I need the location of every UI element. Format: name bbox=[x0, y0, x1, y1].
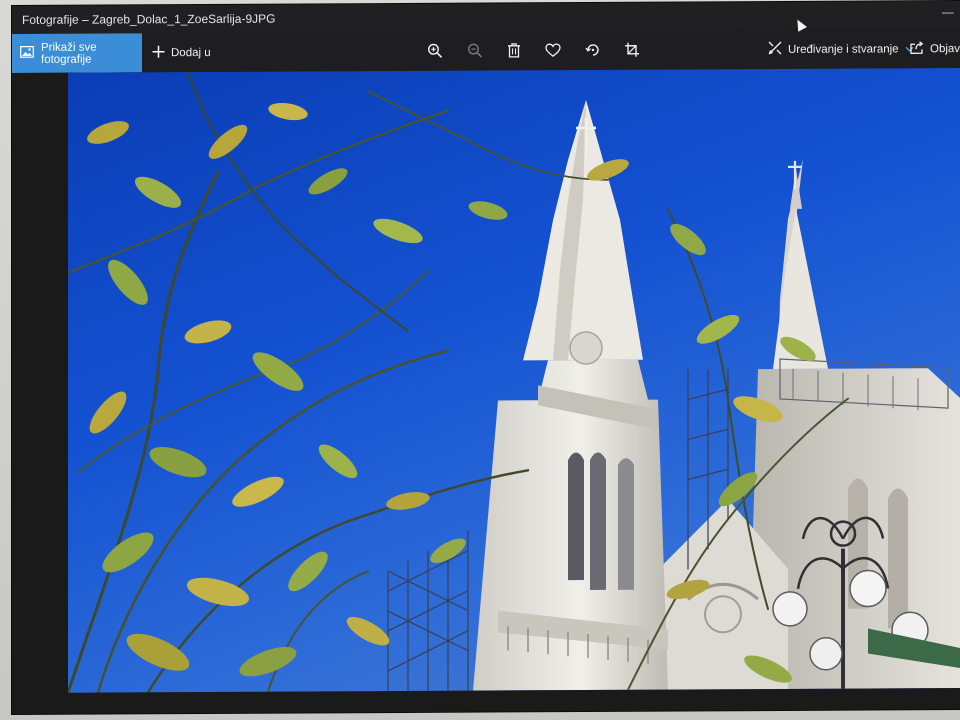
share-icon bbox=[910, 40, 924, 57]
rotate-icon[interactable] bbox=[584, 41, 602, 59]
heart-icon[interactable] bbox=[544, 41, 562, 59]
show-all-photos-label: Prikaži sve fotografije bbox=[41, 41, 97, 66]
zoom-in-icon[interactable] bbox=[426, 42, 444, 60]
share-label: Objavi bbox=[930, 42, 960, 55]
photo-viewer bbox=[12, 68, 960, 714]
share-button[interactable]: Objavi bbox=[910, 29, 960, 68]
zoom-out-icon[interactable] bbox=[466, 42, 484, 60]
photo-icon bbox=[20, 45, 34, 61]
edit-and-create-button[interactable]: Uređivanje i stvaranje bbox=[768, 29, 914, 69]
photo-image bbox=[68, 71, 960, 693]
show-all-photos-button[interactable]: Prikaži sve fotografije bbox=[12, 33, 142, 73]
add-to-button[interactable]: Dodaj u bbox=[152, 33, 211, 72]
edit-create-icon bbox=[768, 41, 782, 58]
edit-and-create-label: Uređivanje i stvaranje bbox=[788, 42, 899, 56]
cathedral-photo[interactable] bbox=[68, 68, 960, 693]
crop-icon[interactable] bbox=[623, 41, 641, 59]
window-title: Fotografije – Zagreb_Dolac_1_ZoeSarlija-… bbox=[22, 11, 276, 27]
photos-app-window: Fotografije – Zagreb_Dolac_1_ZoeSarlija-… bbox=[12, 1, 960, 714]
left-tower bbox=[473, 99, 668, 691]
trash-icon[interactable] bbox=[505, 41, 523, 59]
add-to-label: Dodaj u bbox=[171, 46, 211, 59]
plus-icon bbox=[152, 45, 165, 61]
photo-toolbar: Prikaži sve fotografije Dodaj u Uređivan… bbox=[12, 29, 960, 73]
minimize-button[interactable]: — bbox=[942, 5, 954, 19]
